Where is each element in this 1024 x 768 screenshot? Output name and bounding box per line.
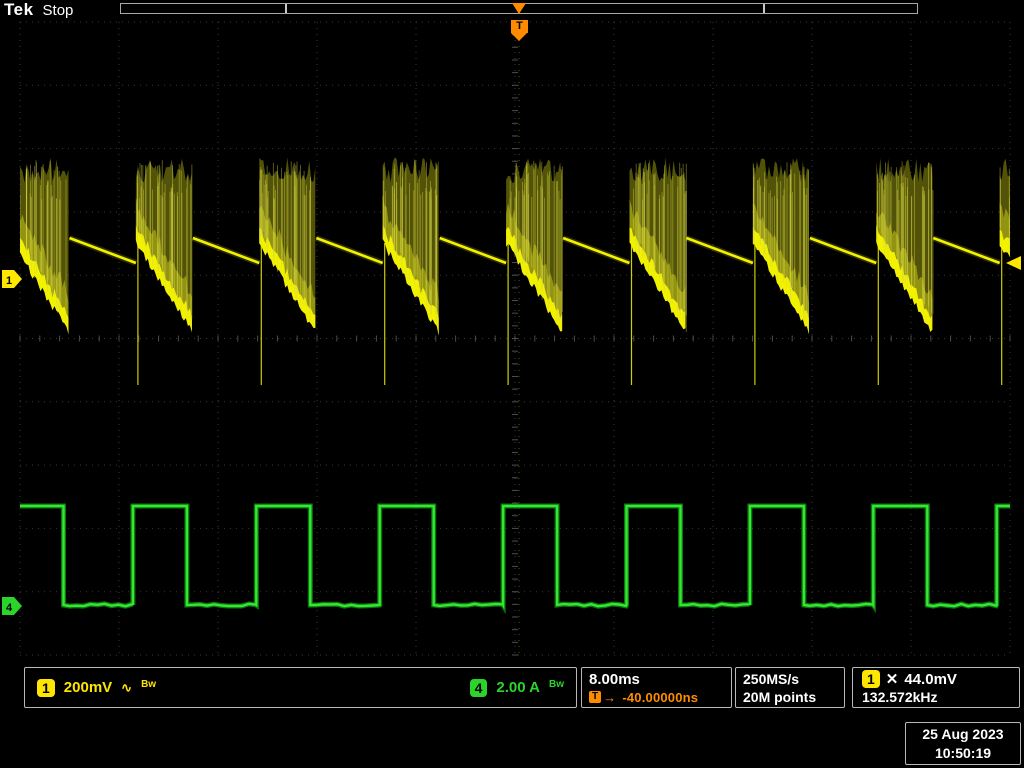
trigger-readout[interactable]: 1 ✕ 44.0mV 132.572kHz [852,667,1020,708]
horizontal-readout[interactable]: 8.00ms T → -40.00000ns [581,667,732,708]
record-window-tick-left [285,4,287,13]
time-label: 10:50:19 [935,744,991,763]
trigger-source-badge[interactable]: 1 [862,670,880,688]
ch1-coupling-icon: ∿ [121,680,132,696]
channel-readouts[interactable]: 1 200mV ∿ Bw 4 2.00 A Bw [24,667,577,708]
trigger-frequency: 132.572kHz [862,689,938,705]
trigger-position-arrow-icon[interactable] [512,3,526,14]
tek-logo: Tek [4,0,34,19]
svg-text:1: 1 [6,275,12,287]
ch1-scale: 200mV [64,679,112,696]
graticule [20,22,1010,655]
oscilloscope-screen: 14 TekStop T 1 200mV ∿ Bw 4 2.00 A Bw 8.… [0,0,1024,768]
trigger-flag-point-icon [511,33,527,41]
horizontal-scale: 8.00ms [589,671,640,688]
sample-rate: 250MS/s [743,671,799,687]
trigger-position-flag[interactable]: T [511,20,528,33]
scope-display: 14 [0,0,1024,768]
trigger-level-marker[interactable] [1006,256,1021,270]
ch1-position-marker[interactable]: 1 [2,270,22,288]
acquisition-readout[interactable]: 250MS/s 20M points [735,667,845,708]
top-status-bar: Tek Stop [4,0,73,20]
waveforms [10,157,1024,606]
date-label: 25 Aug 2023 [922,725,1003,744]
trigger-level: 44.0mV [904,671,957,688]
trigger-position-value: -40.00000ns [622,690,698,705]
record-length: 20M points [743,689,816,705]
ch1-readout[interactable]: 1 200mV ∿ Bw [37,679,156,697]
ch4-bandwidth-icon: Bw [549,679,564,690]
ch4-position-marker[interactable]: 4 [2,597,22,615]
ch4-readout[interactable]: 4 2.00 A Bw [470,679,564,697]
trigger-slope-icon: ✕ [886,670,899,688]
ch4-scale: 2.00 A [496,679,540,696]
trigger-arrow-icon: → [603,690,616,705]
record-window-tick-right [763,4,765,13]
ch1-bandwidth-icon: Bw [141,679,156,690]
markers-layer: 14 [2,256,1021,615]
ch1-badge[interactable]: 1 [37,679,55,697]
acquisition-status: Stop [43,2,74,19]
datetime-box: 25 Aug 2023 10:50:19 [905,722,1021,765]
ch4-badge[interactable]: 4 [470,679,488,697]
svg-text:4: 4 [6,602,13,614]
trigger-t-icon: T [589,691,601,703]
